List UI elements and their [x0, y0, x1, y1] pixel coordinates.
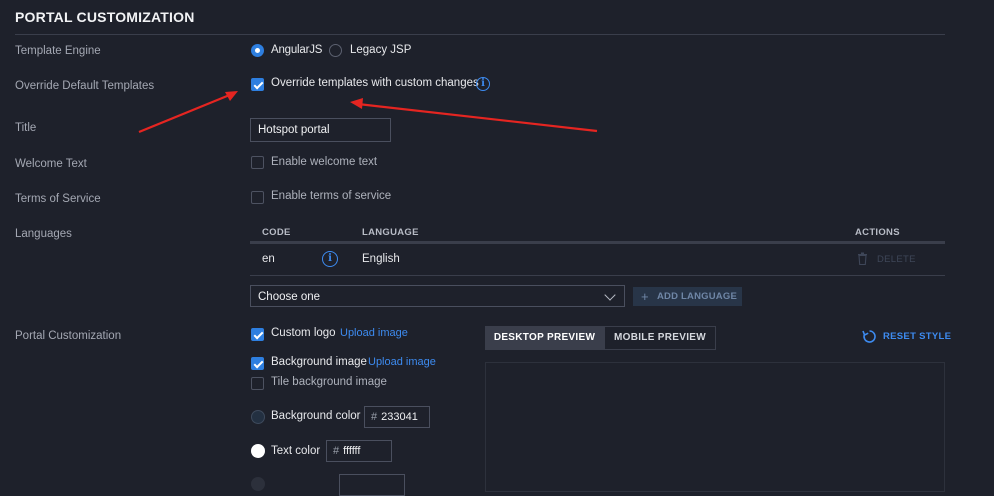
terms-of-service-checkbox[interactable] [251, 191, 264, 204]
label-terms-of-service: Terms of Service [15, 193, 101, 205]
table-header-divider [250, 241, 945, 244]
text-color-swatch[interactable] [251, 444, 265, 458]
column-header-language: LANGUAGE [362, 227, 419, 238]
radio-legacy-jsp[interactable] [329, 44, 342, 57]
override-templates-label[interactable]: Override templates with custom changes [271, 77, 479, 89]
column-header-code: CODE [262, 227, 291, 238]
annotation-arrowhead [225, 91, 238, 101]
custom-logo-label[interactable]: Custom logo [271, 327, 336, 339]
radio-angularjs[interactable] [251, 44, 264, 57]
add-language-label: ADD LANGUAGE [657, 291, 737, 302]
language-select-value: Choose one [258, 291, 321, 303]
reset-style-button[interactable]: RESET STYLE [883, 331, 951, 342]
label-template-engine: Template Engine [15, 45, 101, 57]
tab-mobile-preview[interactable]: MOBILE PREVIEW [604, 326, 716, 350]
background-color-swatch[interactable] [251, 410, 265, 424]
upload-logo-link[interactable]: Upload image [340, 327, 408, 339]
welcome-text-checkbox[interactable] [251, 156, 264, 169]
text-color-input[interactable]: # ffffff [326, 440, 392, 462]
label-override-default-templates: Override Default Templates [15, 80, 155, 92]
welcome-text-label[interactable]: Enable welcome text [271, 156, 377, 168]
annotation-arrowhead [350, 98, 363, 109]
reset-icon[interactable] [862, 329, 877, 347]
label-languages: Languages [15, 228, 72, 240]
background-image-label[interactable]: Background image [271, 356, 367, 368]
column-header-actions: ACTIONS [855, 227, 900, 238]
tab-desktop-preview[interactable]: DESKTOP PREVIEW [485, 326, 604, 350]
delete-language-button[interactable]: DELETE [877, 254, 916, 265]
text-color-value: ffffff [343, 445, 361, 457]
language-code-cell: en [262, 253, 275, 265]
label-title: Title [15, 122, 37, 134]
add-language-button[interactable]: + ADD LANGUAGE [633, 287, 742, 306]
annotation-arrow-right [357, 102, 598, 133]
background-color-value: 233041 [381, 411, 418, 423]
title-input[interactable]: Hotspot portal [250, 118, 391, 142]
preview-pane [485, 362, 945, 492]
label-welcome-text: Welcome Text [15, 158, 87, 170]
section-title: PORTAL CUSTOMIZATION [15, 9, 195, 25]
override-templates-checkbox[interactable] [251, 78, 264, 91]
radio-legacy-jsp-label[interactable]: Legacy JSP [350, 44, 411, 56]
terms-of-service-label[interactable]: Enable terms of service [271, 190, 391, 202]
annotation-arrow-left [138, 92, 233, 134]
language-select[interactable]: Choose one [250, 285, 625, 307]
tile-background-checkbox[interactable] [251, 377, 264, 390]
background-color-input[interactable]: #233041 [364, 406, 430, 428]
upload-background-link[interactable]: Upload image [368, 356, 436, 368]
color-swatch[interactable] [251, 477, 265, 491]
info-icon[interactable]: i [476, 77, 490, 91]
tile-background-label[interactable]: Tile background image [271, 376, 387, 388]
trash-icon[interactable] [857, 252, 868, 268]
language-name-cell: English [362, 253, 400, 265]
color-input[interactable] [339, 474, 405, 496]
text-color-label: Text color [271, 445, 321, 457]
background-color-label: Background color [271, 410, 361, 422]
background-image-checkbox[interactable] [251, 357, 264, 370]
info-icon[interactable]: i [322, 251, 338, 267]
section-divider [15, 34, 945, 35]
custom-logo-checkbox[interactable] [251, 328, 264, 341]
table-row-divider [250, 275, 945, 276]
plus-icon: + [641, 289, 649, 304]
label-portal-customization: Portal Customization [15, 330, 122, 342]
radio-angularjs-label[interactable]: AngularJS [271, 44, 322, 56]
